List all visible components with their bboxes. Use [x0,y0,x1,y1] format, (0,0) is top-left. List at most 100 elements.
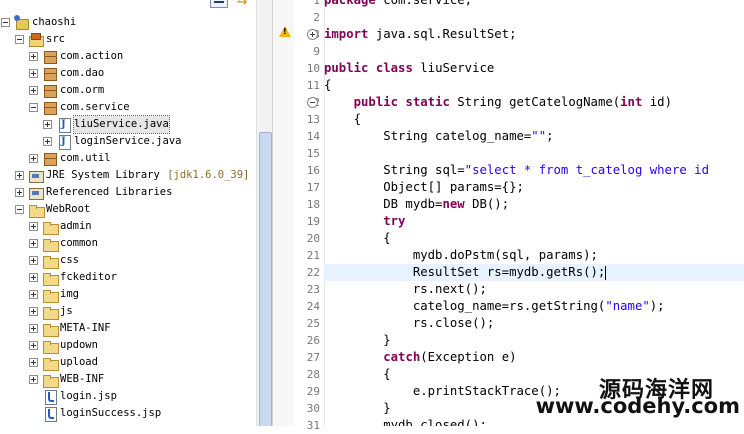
code-token: id) [642,95,672,109]
expand-icon[interactable] [15,188,24,197]
code-line[interactable]: { [324,230,744,247]
string-token: "name" [605,299,650,313]
collapse-fold-icon[interactable] [307,97,318,108]
tree-item[interactable]: liuService.java [0,115,256,134]
keyword-token: static [405,95,450,109]
expand-icon[interactable] [29,86,38,95]
tree-item[interactable]: upload [0,354,256,371]
tree-item[interactable]: src [0,31,256,48]
tree-item[interactable]: com.util [0,150,256,167]
code-line[interactable]: } [324,332,744,349]
code-line[interactable]: public static String getCatelogName(int … [324,94,744,111]
expand-icon[interactable] [29,222,38,231]
code-line[interactable] [324,145,744,162]
expand-icon[interactable] [29,52,38,61]
tree-item[interactable]: chaoshi [0,14,256,31]
code-token: String getCatelogName( [449,95,621,109]
code-token: ); [649,299,665,313]
tree-item[interactable]: fckeditor [0,269,256,286]
tree-scrollbar[interactable] [256,0,272,426]
code-line[interactable]: { [324,77,744,94]
code-line[interactable]: rs.close(); [324,315,744,332]
tree-item[interactable]: com.orm [0,82,256,99]
link-with-editor-icon[interactable]: ⇆ [234,0,250,8]
collapse-icon[interactable] [1,18,10,27]
tree-item[interactable]: com.service [0,99,256,116]
expand-icon[interactable] [43,120,52,129]
folder-icon [42,236,59,252]
tree-scrollbar-thumb[interactable] [259,132,272,426]
tree-item[interactable]: JRE System Library [jdk1.6.0_39] [0,167,256,184]
line-number: 15 [306,147,320,160]
expand-icon[interactable] [29,256,38,265]
folder-icon [42,321,59,337]
folder-icon [42,253,59,269]
warning-icon[interactable] [279,26,291,37]
tree-item[interactable]: common [0,235,256,252]
code-line[interactable] [324,9,744,26]
code-line[interactable]: String sql="select * from t_catelog wher… [324,162,744,179]
expand-icon[interactable] [29,375,38,384]
code-token: rs.next(); [324,282,487,296]
tree-item[interactable]: Referenced Libraries [0,184,256,201]
tree-item[interactable]: loginSuccess.jsp [0,405,256,422]
tree-item-label: admin [60,220,92,232]
collapse-icon[interactable] [29,103,38,112]
code-line[interactable]: rs.next(); [324,281,744,298]
expand-icon[interactable] [29,307,38,316]
line-number-ruler: 1239101112131415161718192021222324252627… [294,0,325,432]
code-line[interactable] [324,43,744,60]
code-line[interactable]: String catelog_name=""; [324,128,744,145]
tree-item[interactable]: admin [0,218,256,235]
code-editor[interactable]: package com.service; import java.sql.Resu… [324,0,744,426]
code-token: liuService [412,61,495,75]
keyword-token: package [324,0,376,7]
expand-icon[interactable] [29,273,38,282]
expand-icon[interactable] [29,341,38,350]
tree-item-label: common [60,237,98,249]
code-token: { [324,231,391,245]
code-line[interactable]: try [324,213,744,230]
tree-item[interactable]: loginService.java [0,133,256,150]
code-line[interactable]: DB mydb=new DB(); [324,196,744,213]
code-token: ResultSet rs=mydb.getRs(); [324,265,606,279]
tree-item[interactable]: com.action [0,48,256,65]
code-line[interactable]: public class liuService [324,60,744,77]
code-token: { [324,367,391,381]
tree-item-label: com.service [60,101,130,113]
tree-item[interactable]: com.dao [0,65,256,82]
code-line[interactable]: import java.sql.ResultSet; [324,26,744,43]
code-line[interactable]: package com.service; [324,0,744,9]
expand-icon[interactable] [29,290,38,299]
expand-icon[interactable] [29,239,38,248]
tree-item[interactable]: login.jsp [0,388,256,405]
collapse-all-icon[interactable] [210,0,228,8]
tree-item-label: login.jsp [60,390,117,402]
tree-item-label: com.util [60,152,111,164]
expand-icon[interactable] [15,171,24,180]
expand-icon[interactable] [29,154,38,163]
code-line[interactable]: ResultSet rs=mydb.getRs(); [324,264,744,281]
tree-item[interactable]: META-INF [0,320,256,337]
expand-icon[interactable] [29,358,38,367]
code-line[interactable]: Object[] params={}; [324,179,744,196]
code-line[interactable]: { [324,111,744,128]
library-icon [28,185,44,200]
tree-item[interactable]: img [0,286,256,303]
tree-item[interactable]: WEB-INF [0,371,256,388]
code-line[interactable]: catelog_name=rs.getString("name"); [324,298,744,315]
tree-item[interactable]: css [0,252,256,269]
collapse-icon[interactable] [15,205,24,214]
expand-icon[interactable] [29,324,38,333]
expand-icon[interactable] [43,137,52,146]
tree-item[interactable]: updown [0,337,256,354]
code-line[interactable]: mydb.doPstm(sql, params); [324,247,744,264]
code-line[interactable]: catch(Exception e) [324,349,744,366]
tree-item[interactable]: WebRoot [0,201,256,218]
expand-fold-icon[interactable] [307,29,318,40]
collapse-icon[interactable] [15,35,24,44]
expand-icon[interactable] [29,69,38,78]
tree-item[interactable]: js [0,303,256,320]
